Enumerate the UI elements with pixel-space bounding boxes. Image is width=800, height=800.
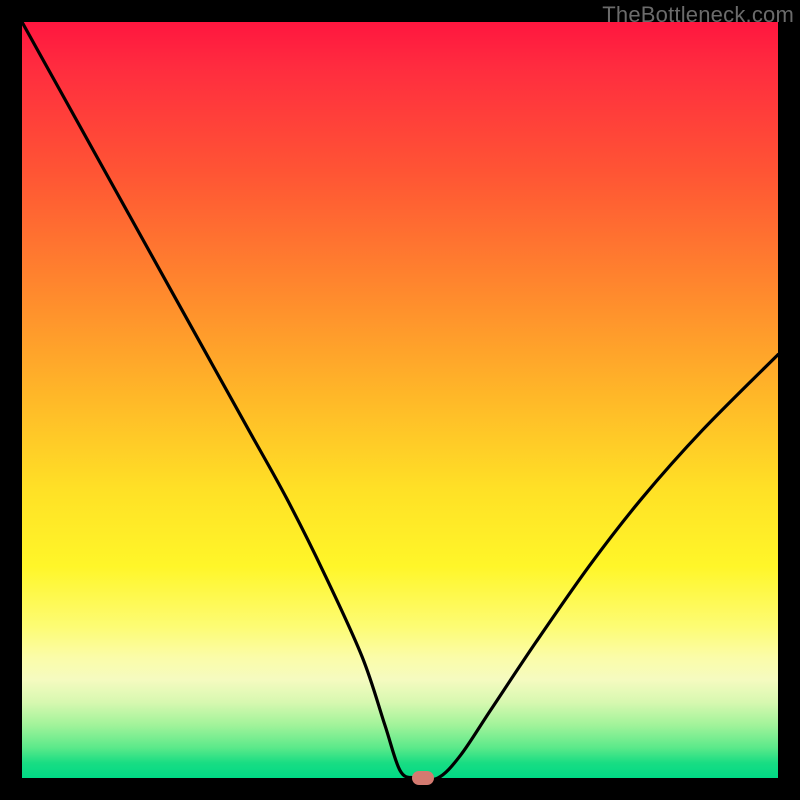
plot-area	[22, 22, 778, 778]
watermark-text: TheBottleneck.com	[602, 2, 794, 28]
bottleneck-curve	[22, 22, 778, 778]
chart-frame: TheBottleneck.com	[0, 0, 800, 800]
minimum-marker	[412, 771, 434, 785]
